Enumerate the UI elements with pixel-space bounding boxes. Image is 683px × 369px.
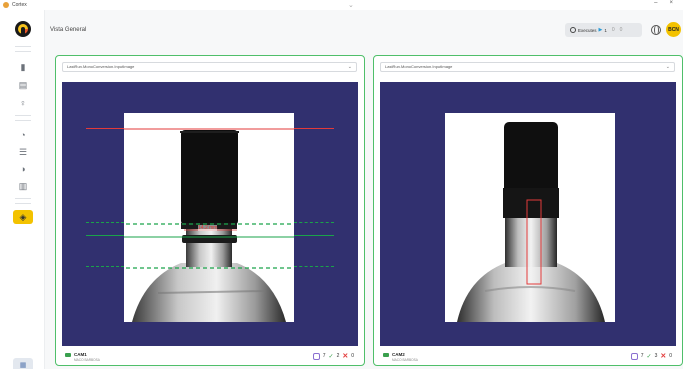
stat-ok: 2: [336, 353, 340, 359]
run-pill[interactable]: Executes ▶ 1 0 0: [565, 23, 642, 37]
sidebar-item-bar-chart[interactable]: ▥: [13, 179, 33, 193]
camera-status-icon: [65, 353, 71, 357]
camera-panel-1: LastRun.MonoConversion.InputImage ⌄ 14.2…: [55, 55, 365, 366]
sidebar-item-report[interactable]: ▤: [13, 78, 33, 92]
page-title: Vista General: [50, 27, 87, 33]
bottle-image: [445, 113, 615, 322]
brand-logo-icon: [15, 21, 31, 37]
title-bar: Cortex ⌄ – ×: [0, 0, 683, 10]
app-window: Cortex ⌄ – × ▮ ▤ ♀ ◔ ☰ ◑ ▥ ◈ ▦ Vista Gen…: [0, 0, 683, 369]
guide-line-right-ext: [294, 128, 334, 129]
image-viewer[interactable]: 14.2 mm: [62, 82, 358, 346]
sidebar: ▮ ▤ ♀ ◔ ☰ ◑ ▥ ◈ ▦: [0, 10, 45, 369]
close-button[interactable]: ×: [669, 0, 673, 6]
run-value-a: 0: [611, 27, 615, 33]
sidebar-divider: [15, 198, 31, 199]
sidebar-divider: [15, 115, 31, 116]
image-source-select[interactable]: LastRun.MonoConversion.InputImage ⌄: [380, 62, 675, 72]
image-viewer[interactable]: [380, 82, 676, 346]
sidebar-item-camera[interactable]: ◈: [13, 210, 33, 224]
run-value-b: 0: [619, 27, 623, 33]
image-source-value: LastRun.MonoConversion.InputImage: [67, 64, 135, 69]
globe-icon[interactable]: [651, 25, 661, 35]
image-source-select[interactable]: LastRun.MonoConversion.InputImage ⌄: [62, 62, 357, 72]
green-dashed-ext-1: [86, 222, 124, 223]
sidebar-divider: [15, 120, 31, 121]
stat-total: 7: [322, 353, 326, 359]
grid-icon: ▦: [19, 362, 27, 369]
play-icon: ▶: [598, 27, 603, 33]
run-label: Executes: [578, 27, 597, 33]
bar-chart-icon: ▥: [18, 180, 28, 191]
check-icon: ✓: [646, 353, 652, 360]
stat-total: 7: [640, 353, 644, 359]
total-icon: [312, 352, 320, 360]
guide-line-left-ext: [86, 128, 124, 129]
minimize-button[interactable]: –: [654, 0, 657, 6]
fuse-icon: ▮: [20, 61, 26, 72]
bottle-image: 14.2 mm: [124, 113, 294, 322]
check-icon: ✓: [328, 353, 334, 360]
sidebar-item-database[interactable]: ☰: [13, 145, 33, 159]
sidebar-item-pie-chart[interactable]: ◑: [13, 162, 33, 176]
stat-fail: 0: [351, 353, 354, 359]
green-dashed-ext-2: [294, 222, 334, 223]
avatar[interactable]: BCN: [666, 22, 681, 37]
sidebar-item-bulb[interactable]: ♀: [13, 96, 33, 110]
measurement-label: 14.2 mm: [198, 225, 218, 231]
camera-footer: CAM1 MACO BARBOSA 7 ✓ 2 ✕ 0: [65, 352, 360, 364]
sidebar-divider: [15, 46, 31, 47]
chevron-down-icon: ⌄: [665, 64, 670, 70]
execution-icon: [570, 27, 576, 33]
green-dashed-ext-3: [86, 266, 124, 267]
camera-name: CAM2: [392, 352, 405, 357]
camera-panel-2: LastRun.MonoConversion.InputImage ⌄ CAM2…: [373, 55, 683, 366]
green-line-ext-1: [86, 235, 124, 236]
stat-ok: 3: [654, 353, 658, 359]
camera-icon: ◈: [19, 211, 27, 222]
database-icon: ☰: [18, 146, 28, 157]
image-source-value: LastRun.MonoConversion.InputImage: [385, 64, 453, 69]
pie-chart-icon: ◑: [20, 164, 26, 174]
x-icon: ✕: [660, 353, 667, 360]
total-icon: [630, 352, 638, 360]
sidebar-item-gauge[interactable]: ◔: [13, 128, 33, 142]
x-icon: ✕: [342, 353, 349, 360]
camera-status-icon: [383, 353, 389, 357]
app-title: Cortex: [12, 2, 27, 8]
camera-stats: 7 ✓ 3 ✕ 0: [630, 352, 672, 360]
sidebar-divider: [15, 203, 31, 204]
chevron-down-icon[interactable]: ⌄: [348, 1, 354, 9]
sidebar-divider: [15, 51, 31, 52]
bulb-icon: ♀: [19, 98, 27, 108]
report-icon: ▤: [18, 79, 28, 90]
sidebar-item-fuse[interactable]: ▮: [13, 60, 33, 74]
chevron-down-icon: ⌄: [347, 64, 352, 70]
camera-name: CAM1: [74, 352, 87, 357]
camera-footer: CAM2 MACO BARBOSA 7 ✓ 3 ✕ 0: [383, 352, 678, 364]
green-dashed-ext-4: [294, 266, 334, 267]
green-line-ext-2: [294, 235, 334, 236]
header: Vista General Executes ▶ 1 0 0 BCN: [46, 20, 683, 42]
stat-fail: 0: [669, 353, 672, 359]
run-count: 1: [604, 27, 607, 33]
camera-stats: 7 ✓ 2 ✕ 0: [312, 352, 354, 360]
app-logo-icon: [3, 2, 9, 8]
camera-subtitle: MACO BARBOSA: [74, 358, 100, 362]
sidebar-bottom-button[interactable]: ▦: [13, 358, 33, 369]
gauge-icon: ◔: [20, 130, 26, 140]
camera-subtitle: MACO BARBOSA: [392, 358, 418, 362]
